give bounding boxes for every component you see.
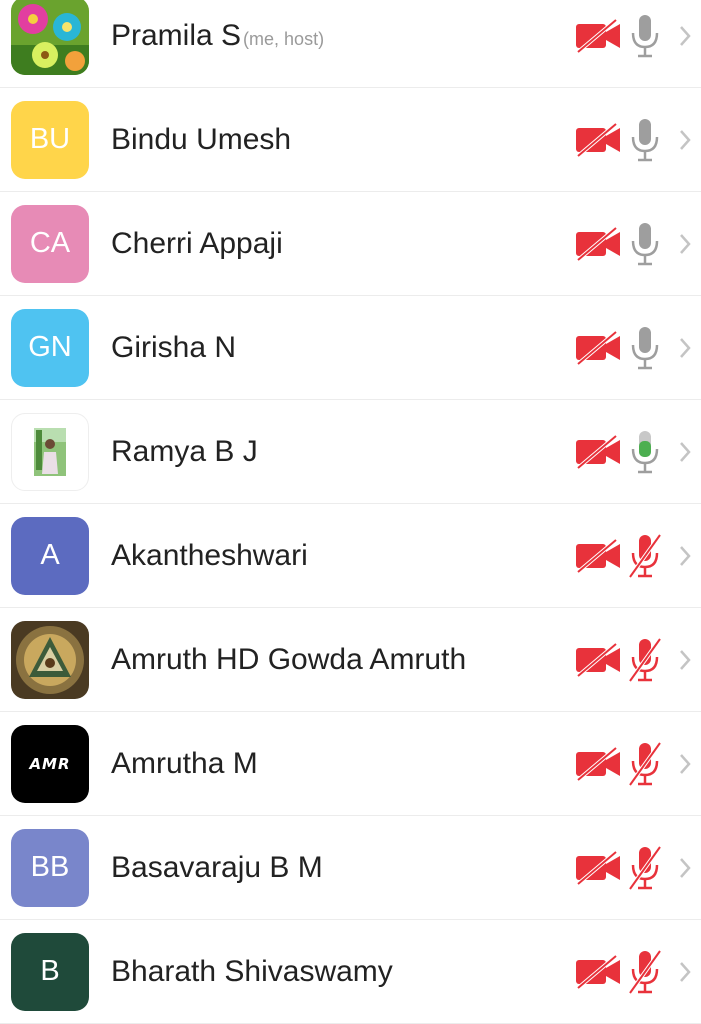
participant-row-8[interactable]: AMR Amrutha M [0,712,701,816]
microphone-muted-icon[interactable] [628,845,662,891]
participant-name-block: Amruth HD Gowda Amruth [111,643,466,677]
participant-name-block: Basavaraju B M [111,851,323,885]
video-off-icon[interactable] [574,849,624,886]
emblem-photo-avatar [11,620,89,699]
participant-name-block: Bindu Umesh [111,123,291,157]
participant-row-6[interactable]: A Akantheshwari [0,504,701,608]
video-off-icon[interactable] [574,641,624,678]
participant-name: Basavaraju B M [111,850,323,884]
chevron-right-icon[interactable] [676,959,694,985]
video-off-icon[interactable] [574,537,624,574]
chevron-right-icon[interactable] [676,335,694,361]
initials-avatar: A [11,516,89,595]
flower-photo-avatar [11,0,89,75]
initials-avatar: B [11,932,89,1011]
microphone-icon[interactable] [628,117,662,163]
chevron-right-icon[interactable] [676,543,694,569]
participant-name: Ramya B J [111,434,258,468]
participant-name: Amrutha M [111,746,258,780]
initials-avatar: BU [11,100,89,179]
chevron-right-icon[interactable] [676,23,694,49]
chevron-right-icon[interactable] [676,855,694,881]
participant-name: Amruth HD Gowda Amruth [111,642,467,676]
video-off-icon[interactable] [574,225,624,262]
chevron-right-icon[interactable] [676,127,694,153]
initials-avatar: BB [11,828,89,907]
chevron-right-icon[interactable] [676,647,694,673]
microphone-icon[interactable] [628,221,662,267]
participant-name: Bharath Shivaswamy [111,954,393,988]
video-off-icon[interactable] [574,433,624,470]
video-off-icon[interactable] [574,953,624,990]
chevron-right-icon[interactable] [676,231,694,257]
participant-name: Pramila S [111,18,242,52]
participant-row-5[interactable]: Ramya B J [0,400,701,504]
participants-list: Pramila S (me, host) BU Bindu Umesh CA C… [0,0,701,1024]
participant-name-block: Bharath Shivaswamy [111,955,393,989]
video-off-icon[interactable] [574,121,624,158]
participant-row-2[interactable]: BU Bindu Umesh [0,88,701,192]
microphone-icon[interactable] [628,325,662,371]
logo-text: AMR [29,754,71,773]
participant-row-4[interactable]: GN Girisha N [0,296,701,400]
participant-role-tag: (me, host) [243,28,325,49]
microphone-muted-icon[interactable] [628,533,662,579]
microphone-icon[interactable] [628,13,662,59]
participant-row-7[interactable]: Amruth HD Gowda Amruth [0,608,701,712]
video-off-icon[interactable] [574,17,624,54]
video-off-icon[interactable] [574,745,624,782]
participant-name-block: Girisha N [111,331,236,365]
participant-name-block: Amrutha M [111,747,258,781]
initials-avatar: GN [11,308,89,387]
participant-name-block: Cherri Appaji [111,227,283,261]
microphone-speaking-icon[interactable] [628,429,662,475]
chevron-right-icon[interactable] [676,751,694,777]
participant-name-block: Pramila S (me, host) [111,19,324,53]
microphone-muted-icon[interactable] [628,949,662,995]
participant-row-3[interactable]: CA Cherri Appaji [0,192,701,296]
participant-name-block: Akantheshwari [111,539,308,573]
microphone-muted-icon[interactable] [628,637,662,683]
participant-name-block: Ramya B J [111,435,258,469]
video-off-icon[interactable] [574,329,624,366]
participant-row-1[interactable]: Pramila S (me, host) [0,0,701,88]
participant-name: Akantheshwari [111,538,308,572]
person-photo-avatar [11,412,89,491]
initials-avatar: CA [11,204,89,283]
participant-row-9[interactable]: BB Basavaraju B M [0,816,701,920]
participant-name: Cherri Appaji [111,226,283,260]
logo-avatar: AMR [11,724,89,803]
microphone-muted-icon[interactable] [628,741,662,787]
participant-name: Girisha N [111,330,237,364]
chevron-right-icon[interactable] [676,439,694,465]
participant-row-10[interactable]: B Bharath Shivaswamy [0,920,701,1024]
participant-name: Bindu Umesh [111,122,292,156]
